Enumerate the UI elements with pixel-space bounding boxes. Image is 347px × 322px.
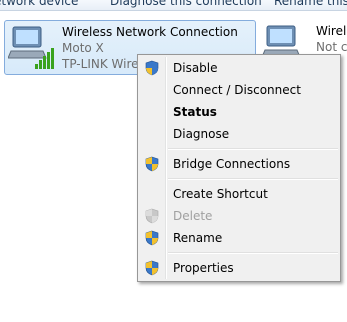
shield-icon — [145, 60, 159, 76]
menu-item-create-shortcut[interactable]: Create Shortcut — [140, 183, 338, 205]
menu-item-label: Status — [173, 105, 217, 119]
menu-item-label: Rename — [173, 231, 223, 245]
adapter-status: Not co — [316, 40, 347, 54]
menu-item-label: Properties — [173, 261, 234, 275]
menu-item-label: Connect / Disconnect — [173, 83, 301, 97]
network-connections-window: etwork device Diagnose this connection R… — [0, 0, 347, 322]
adapter-name: Wirele — [316, 24, 347, 38]
context-menu: Disable Connect / Disconnect Status Diag… — [137, 54, 341, 282]
shield-icon — [145, 156, 159, 172]
menu-item-properties[interactable]: Properties — [140, 257, 338, 279]
command-rename-connection[interactable]: Rename this conn — [274, 0, 347, 8]
menu-item-label: Disable — [173, 61, 218, 75]
shield-icon — [145, 260, 159, 276]
menu-item-connect-disconnect[interactable]: Connect / Disconnect — [140, 79, 338, 101]
menu-separator — [168, 148, 338, 150]
menu-item-status[interactable]: Status — [140, 101, 338, 123]
menu-item-disable[interactable]: Disable — [140, 57, 338, 79]
menu-item-bridge-connections[interactable]: Bridge Connections — [140, 153, 338, 175]
menu-item-diagnose[interactable]: Diagnose — [140, 123, 338, 145]
shield-icon — [145, 208, 159, 224]
menu-separator — [168, 252, 338, 254]
shield-icon — [145, 230, 159, 246]
adapter-network-name: Moto X — [62, 41, 104, 55]
menu-item-label: Bridge Connections — [173, 157, 291, 171]
command-network-device[interactable]: etwork device — [0, 0, 78, 8]
menu-item-rename[interactable]: Rename — [140, 227, 338, 249]
menu-item-label: Create Shortcut — [173, 187, 268, 201]
command-bar: etwork device Diagnose this connection R… — [0, 0, 347, 11]
wireless-adapter-icon — [8, 26, 54, 69]
menu-item-delete: Delete — [140, 205, 338, 227]
menu-separator — [168, 178, 338, 180]
command-diagnose-connection[interactable]: Diagnose this connection — [110, 0, 262, 8]
adapter-device-name: TP-LINK Wirel — [62, 57, 142, 71]
menu-item-label: Diagnose — [173, 127, 230, 141]
adapter-name: Wireless Network Connection — [62, 25, 238, 39]
menu-item-label: Delete — [173, 209, 213, 223]
